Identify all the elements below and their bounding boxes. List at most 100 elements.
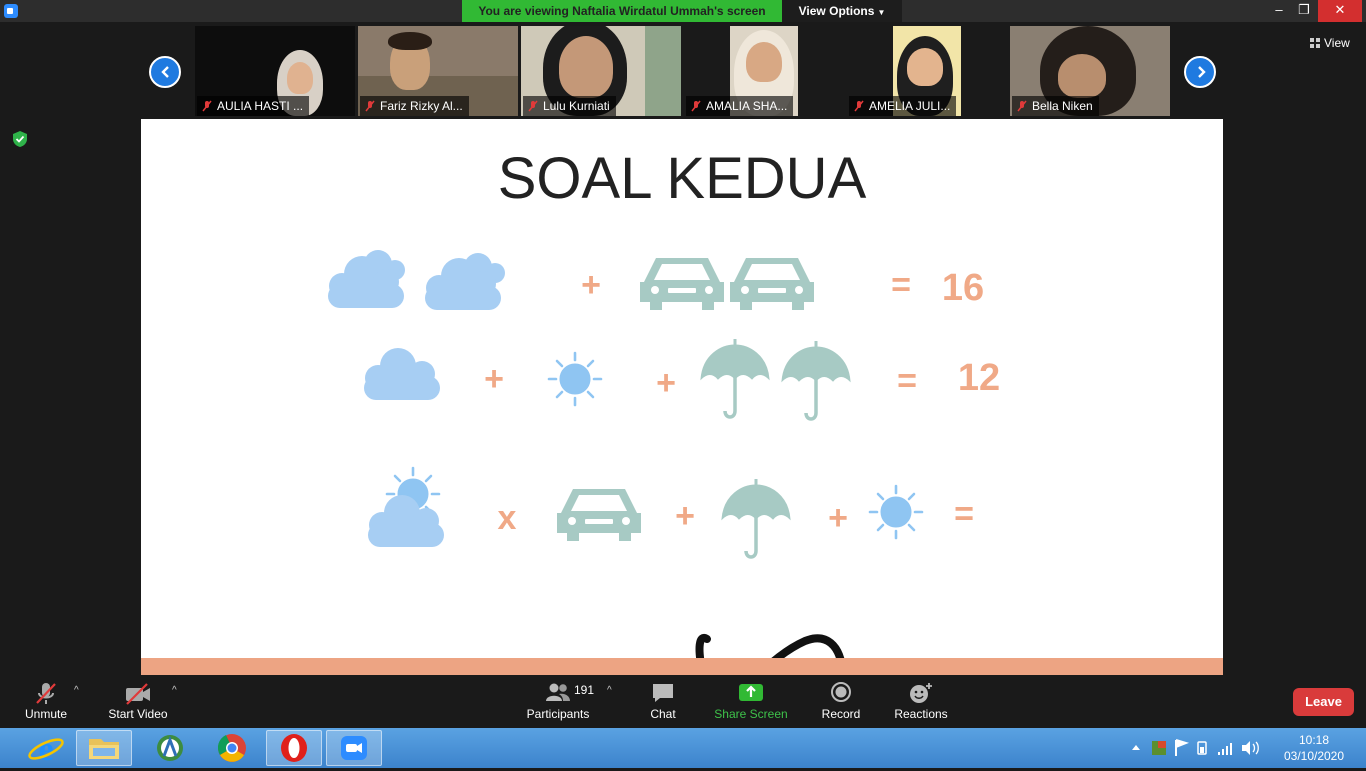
minimize-button[interactable]: – (1265, 0, 1293, 22)
row1-result: 16 (942, 267, 984, 309)
record-icon (831, 682, 851, 702)
clock-time: 10:18 (1298, 733, 1330, 747)
participant-name: AULIA HASTI ... (217, 99, 304, 113)
participants-label: Participants (526, 707, 590, 721)
participant-name: Fariz Rizky Al... (380, 99, 463, 113)
participant-tile[interactable]: AULIA HASTI ... (195, 26, 355, 116)
meeting-toolbar: Unmute ^ Start Video ^ 191 Participants … (0, 675, 1366, 728)
participant-tile[interactable]: AMALIA SHA... (684, 26, 844, 116)
security-shield-icon[interactable] (12, 130, 28, 148)
android-studio-icon[interactable] (142, 730, 198, 766)
svg-text:e: e (38, 731, 53, 766)
internet-explorer-icon[interactable]: e (18, 730, 74, 768)
participant-tile[interactable]: Lulu Kurniati (521, 26, 681, 116)
row2-sun-icon (547, 351, 603, 407)
zoom-icon[interactable] (326, 730, 382, 766)
reactions-label: Reactions (894, 707, 948, 721)
participant-name: Bella Niken (1032, 99, 1093, 113)
next-page-button[interactable] (1184, 56, 1216, 88)
row2-plus-sign: + (656, 364, 676, 402)
start-video-button[interactable]: Start Video (104, 681, 172, 721)
row1-car-icon (640, 258, 724, 310)
participant-name-label: Fariz Rizky Al... (360, 96, 469, 116)
grid-icon (1310, 38, 1320, 48)
participant-face (907, 48, 943, 86)
participants-button[interactable]: 191 Participants (524, 681, 595, 721)
row3-car-icon (557, 489, 641, 541)
row1-equals-sign: = (891, 266, 911, 304)
participant-name: AMALIA SHA... (706, 99, 788, 113)
row3-umbrella-icon (720, 477, 792, 559)
chat-button[interactable]: Chat (642, 681, 684, 721)
view-layout-button[interactable]: View (1302, 32, 1358, 54)
mic-muted-icon (1017, 100, 1027, 112)
participant-face (559, 36, 613, 98)
taskbar-clock[interactable]: 10:18 03/10/2020 (1268, 732, 1360, 764)
participant-hair (388, 32, 432, 50)
view-layout-label: View (1324, 36, 1350, 50)
share-screen-icon (739, 684, 763, 701)
chat-label: Chat (650, 707, 676, 721)
mic-muted-icon (365, 100, 375, 112)
leave-meeting-button[interactable]: Leave (1293, 688, 1354, 716)
participant-face (287, 62, 313, 94)
slide-footer-band (141, 658, 1223, 675)
view-options-button[interactable]: View Options ▼ (782, 0, 902, 22)
participant-name: AMELIA JULI... (869, 99, 951, 113)
participant-tile[interactable]: Fariz Rizky Al... (358, 26, 518, 116)
zoom-app-icon (4, 4, 18, 18)
mic-muted-icon (202, 100, 212, 112)
opera-icon[interactable] (266, 730, 322, 766)
share-screen-button[interactable]: Share Screen (714, 681, 788, 721)
file-explorer-icon[interactable] (76, 730, 132, 766)
restore-button[interactable]: ❐ (1290, 0, 1318, 22)
chevron-right-icon (1198, 66, 1206, 78)
participant-name-label: AULIA HASTI ... (197, 96, 310, 116)
show-hidden-icons-icon (1132, 745, 1140, 750)
participants-count: 191 (574, 683, 595, 697)
unmute-button[interactable]: Unmute (18, 681, 74, 721)
participant-tile[interactable]: Bella Niken (1010, 26, 1170, 116)
shared-slide: SOAL KEDUA + = 16 + + = 12 x + + = (141, 119, 1223, 675)
reactions-icon (910, 683, 932, 703)
participant-name: Lulu Kurniati (543, 99, 610, 113)
action-center-flag-icon (1175, 739, 1190, 756)
mic-muted-icon (36, 683, 56, 704)
close-button[interactable]: ✕ (1318, 0, 1362, 22)
row1-cloud-icon (328, 250, 405, 308)
participant-tile[interactable]: AMELIA JULI... (847, 26, 1007, 116)
participant-background (645, 26, 681, 116)
video-off-icon (126, 683, 150, 705)
record-button[interactable]: Record (818, 681, 864, 721)
row2-umbrella-icon (699, 337, 771, 419)
participant-name-label: AMELIA JULI... (849, 96, 957, 116)
system-tray (1132, 739, 1259, 756)
participant-face (746, 42, 782, 82)
participants-options-caret[interactable]: ^ (607, 685, 612, 696)
row1-plus-sign: + (581, 266, 601, 304)
start-video-label: Start Video (108, 707, 168, 721)
participants-icon (546, 683, 570, 701)
row1-car-icon (730, 258, 814, 310)
video-options-caret[interactable]: ^ (172, 685, 177, 696)
reactions-button[interactable]: Reactions (892, 681, 950, 721)
row2-equals-sign: = (897, 362, 917, 400)
mic-muted-icon (691, 100, 701, 112)
participant-face (1058, 54, 1106, 98)
chrome-icon[interactable] (204, 730, 260, 766)
audio-options-caret[interactable]: ^ (74, 685, 79, 696)
network-signal-icon (1218, 743, 1232, 755)
view-options-label: View Options (798, 4, 875, 18)
participant-name-label: Bella Niken (1012, 96, 1099, 116)
chevron-left-icon (161, 66, 169, 78)
row2-cloud-icon (364, 348, 440, 400)
share-screen-label: Share Screen (714, 707, 788, 721)
row3-times-sign: x (498, 499, 517, 537)
chevron-down-icon: ▼ (877, 8, 886, 17)
row3-equals-sign: = (954, 495, 974, 533)
previous-page-button[interactable] (149, 56, 181, 88)
title-bar: You are viewing Naftalia Wirdatul Ummah'… (0, 0, 1366, 22)
row2-plus-sign: + (484, 360, 504, 398)
mic-muted-icon (528, 100, 538, 112)
row3-plus-sign: + (675, 497, 695, 535)
